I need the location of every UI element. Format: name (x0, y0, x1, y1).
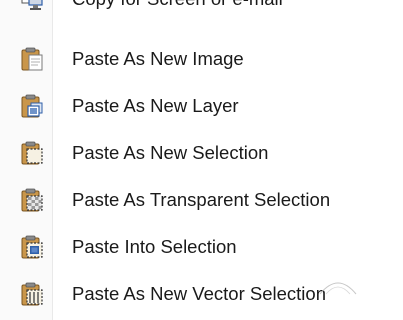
menu-item-label: Paste As Transparent Selection (72, 189, 331, 210)
context-menu: Copy for Screen or e-mail Paste As New I… (0, 0, 403, 320)
paste-new-layer-icon (21, 94, 43, 118)
menu-item-label: Paste As New Image (72, 48, 244, 69)
menu-item-paste-into-selection[interactable]: Paste Into Selection (0, 227, 403, 267)
menu-item-paste-as-new-selection[interactable]: Paste As New Selection (0, 133, 403, 173)
copy-screen-icon (21, 0, 43, 10)
watermark-arc (319, 282, 357, 295)
paste-new-image-icon (21, 47, 43, 71)
paste-new-selection-icon (21, 141, 43, 165)
menu-item-label: Copy for Screen or e-mail (72, 0, 283, 10)
menu-item-label: Paste Into Selection (72, 236, 237, 257)
menu-item-copy-for-screen[interactable]: Copy for Screen or e-mail (0, 0, 403, 19)
paste-into-selection-icon (21, 235, 43, 259)
menu-item-label: Paste As New Vector Selection (72, 283, 326, 304)
paste-transparent-selection-icon (21, 188, 43, 212)
menu-item-paste-as-transparent-selection[interactable]: Paste As Transparent Selection (0, 180, 403, 220)
menu-item-label: Paste As New Selection (72, 142, 269, 163)
menu-item-label: Paste As New Layer (72, 95, 239, 116)
paste-vector-selection-icon (21, 282, 43, 306)
menu-item-paste-as-new-layer[interactable]: Paste As New Layer (0, 86, 403, 126)
menu-item-paste-as-new-image[interactable]: Paste As New Image (0, 39, 403, 79)
